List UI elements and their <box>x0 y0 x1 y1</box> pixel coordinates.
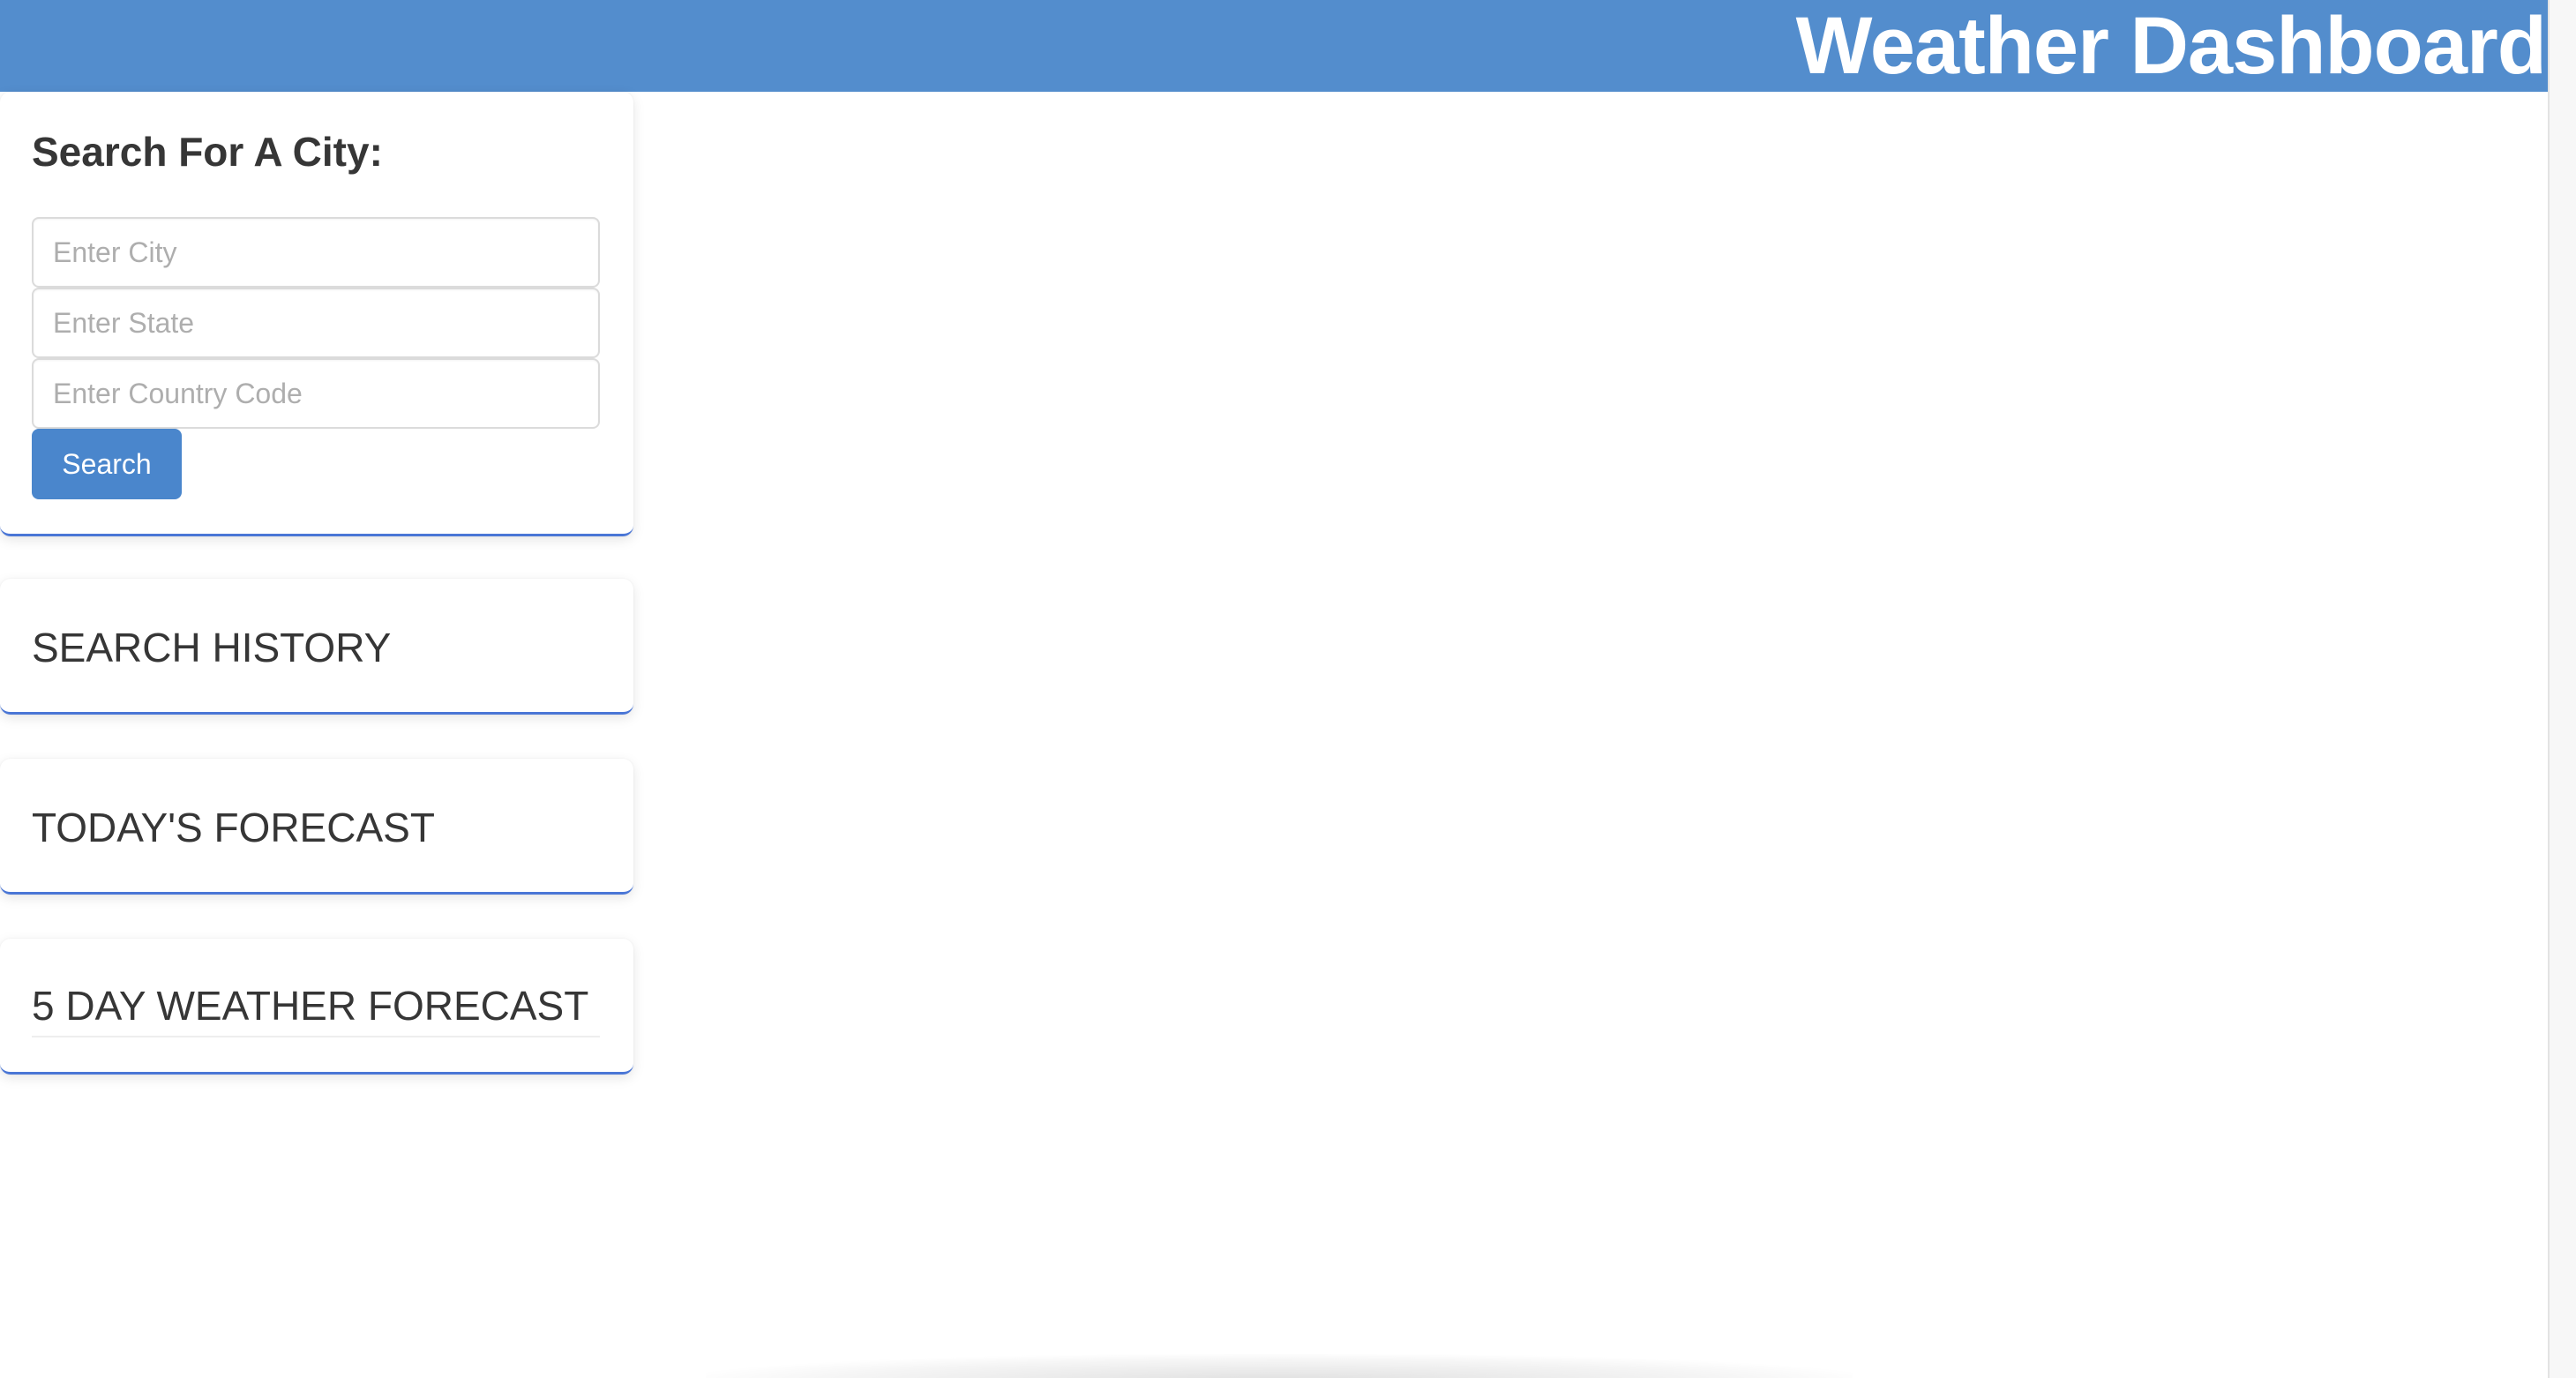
city-input[interactable] <box>32 217 600 288</box>
header-bar: Weather Dashboard <box>0 0 2548 92</box>
state-input[interactable] <box>32 288 600 358</box>
todays-forecast-title: TODAY'S FORECAST <box>32 805 435 850</box>
bottom-shadow <box>706 1354 1853 1378</box>
window-edge <box>2548 0 2576 1378</box>
page-title: Weather Dashboard <box>1795 1 2547 91</box>
country-code-input[interactable] <box>32 358 600 429</box>
five-day-divider <box>32 1036 600 1037</box>
search-history-title: SEARCH HISTORY <box>32 625 392 670</box>
search-heading: Search For A City: <box>32 129 383 175</box>
weather-dashboard-page: Weather Dashboard Search For A City: Sea… <box>0 0 2576 1378</box>
search-button[interactable]: Search <box>32 429 182 499</box>
five-day-forecast-title: 5 DAY WEATHER FORECAST <box>32 983 589 1029</box>
